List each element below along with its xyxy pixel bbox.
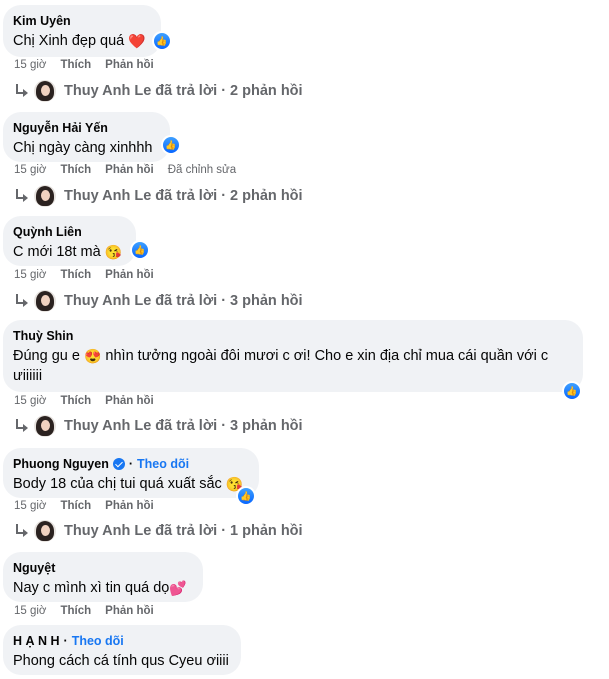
comment-bubble: Phuong Nguyen · Theo dõi Body 18 của chị… xyxy=(3,448,259,498)
separator-dot: · xyxy=(63,634,68,648)
follow-button[interactable]: Theo dõi xyxy=(137,456,189,472)
comment-bubble: Quỳnh Liên C mới 18t mà 😘 xyxy=(3,216,136,266)
comment-meta: 15 giờ Thích Phản hồi xyxy=(14,395,154,407)
comment-body-cont: nhìn tưởng ngoài đôi mươi c ơi! Cho e xi… xyxy=(105,348,549,364)
comment-meta: 15 giờ Thích Phản hồi xyxy=(14,269,154,281)
comment-body: Đúng gu e xyxy=(13,348,80,364)
like-reaction-icon[interactable]: 👍 xyxy=(131,241,149,259)
comment-author[interactable]: Nguyệt xyxy=(13,560,193,576)
heart-emoji: ❤️ xyxy=(128,33,146,49)
comment-bubble: Thuỳ Shin Đúng gu e 😍 nhìn tưởng ngoài đ… xyxy=(3,320,583,392)
like-reaction-icon[interactable]: 👍 xyxy=(153,32,171,50)
replies-summary[interactable]: Thuy Anh Le đã trả lời · 2 phản hồi xyxy=(64,188,303,204)
comment-text: Chị ngày càng xinhhh xyxy=(13,140,153,156)
comment-time[interactable]: 15 giờ xyxy=(14,164,46,176)
like-button[interactable]: Thích xyxy=(60,164,91,176)
comment-body: Chị Xinh đẹp quá xyxy=(13,33,125,49)
comment-author[interactable]: Kim Uyên xyxy=(13,13,151,29)
comment-text: Nay c mình xì tin quá dọ💕 xyxy=(13,578,193,598)
view-replies-link[interactable]: Thuy Anh Le đã trả lời · 2 phản hồi xyxy=(14,185,303,207)
comment-author[interactable]: Phuong Nguyen xyxy=(13,456,109,472)
view-replies-link[interactable]: Thuy Anh Le đã trả lời · 3 phản hồi xyxy=(14,415,303,437)
separator-dot: · xyxy=(128,457,133,471)
comment-author[interactable]: Thuỳ Shin xyxy=(13,328,573,344)
comment-time[interactable]: 15 giờ xyxy=(14,605,46,617)
comment-author-row: Phuong Nguyen · Theo dõi xyxy=(13,456,249,472)
reply-arrow-icon xyxy=(14,419,28,433)
reply-button[interactable]: Phản hồi xyxy=(105,500,154,512)
comment-meta: 15 giờ Thích Phản hồi xyxy=(14,59,154,71)
comment-meta: 15 giờ Thích Phản hồi xyxy=(14,605,154,617)
comment-author[interactable]: Nguyễn Hải Yến xyxy=(13,120,160,136)
like-reaction-icon[interactable]: 👍 xyxy=(162,136,180,154)
reply-arrow-icon xyxy=(14,84,28,98)
like-button[interactable]: Thích xyxy=(60,269,91,281)
comment-time[interactable]: 15 giờ xyxy=(14,59,46,71)
comment-text: Đúng gu e 😍 nhìn tưởng ngoài đôi mươi c … xyxy=(13,346,573,386)
avatar xyxy=(34,520,56,542)
comment-text: Body 18 của chị tui quá xuất sắc 😘 xyxy=(13,474,249,494)
like-button[interactable]: Thích xyxy=(60,395,91,407)
comment-body: Body 18 của chị tui quá xuất sắc xyxy=(13,476,222,492)
comment-time[interactable]: 15 giờ xyxy=(14,395,46,407)
comment-body-end: ưiiiiii xyxy=(13,368,43,384)
replies-summary[interactable]: Thuy Anh Le đã trả lời · 2 phản hồi xyxy=(64,83,303,99)
reply-button[interactable]: Phản hồi xyxy=(105,605,154,617)
follow-button[interactable]: Theo dõi xyxy=(72,633,124,649)
heart-eyes-emoji: 😍 xyxy=(83,348,102,364)
comment-meta: 15 giờ Thích Phản hồi Đã chỉnh sửa xyxy=(14,164,236,176)
replies-summary[interactable]: Thuy Anh Le đã trả lời · 3 phản hồi xyxy=(64,293,303,309)
like-button[interactable]: Thích xyxy=(60,59,91,71)
comment-author[interactable]: H Ạ N H xyxy=(13,633,60,649)
comment-body: Nay c mình xì tin quá dọ xyxy=(13,580,170,596)
reply-arrow-icon xyxy=(14,294,28,308)
view-replies-link[interactable]: Thuy Anh Le đã trả lời · 3 phản hồi xyxy=(14,290,303,312)
like-button[interactable]: Thích xyxy=(60,500,91,512)
comment-body: C mới 18t mà xyxy=(13,244,101,260)
avatar xyxy=(34,80,56,102)
like-reaction-icon[interactable]: 👍 xyxy=(237,487,255,505)
like-reaction-icon[interactable]: 👍 xyxy=(563,382,581,400)
comment-author-row: H Ạ N H · Theo dõi xyxy=(13,633,231,649)
comment-time[interactable]: 15 giờ xyxy=(14,500,46,512)
reply-button[interactable]: Phản hồi xyxy=(105,164,154,176)
reply-button[interactable]: Phản hồi xyxy=(105,59,154,71)
view-replies-link[interactable]: Thuy Anh Le đã trả lời · 2 phản hồi xyxy=(14,80,303,102)
comment-author[interactable]: Quỳnh Liên xyxy=(13,224,126,240)
hearts-emoji: 💕 xyxy=(169,580,187,596)
comment-meta: 15 giờ Thích Phản hồi xyxy=(14,500,154,512)
kiss-emoji: 😘 xyxy=(104,244,123,260)
avatar xyxy=(34,290,56,312)
reply-button[interactable]: Phản hồi xyxy=(105,395,154,407)
avatar xyxy=(34,415,56,437)
comment-text: Chị Xinh đẹp quá ❤️ xyxy=(13,31,151,51)
replies-summary[interactable]: Thuy Anh Le đã trả lời · 1 phản hồi xyxy=(64,523,303,539)
replies-summary[interactable]: Thuy Anh Le đã trả lời · 3 phản hồi xyxy=(64,418,303,434)
comment-bubble: H Ạ N H · Theo dõi Phong cách cá tính qu… xyxy=(3,625,241,675)
like-button[interactable]: Thích xyxy=(60,605,91,617)
comment-bubble: Kim Uyên Chị Xinh đẹp quá ❤️ xyxy=(3,5,161,57)
avatar xyxy=(34,185,56,207)
view-replies-link[interactable]: Thuy Anh Le đã trả lời · 1 phản hồi xyxy=(14,520,303,542)
comment-bubble: Nguyễn Hải Yến Chị ngày càng xinhhh xyxy=(3,112,170,162)
comment-time[interactable]: 15 giờ xyxy=(14,269,46,281)
comment-bubble: Nguyệt Nay c mình xì tin quá dọ💕 xyxy=(3,552,203,602)
reply-button[interactable]: Phản hồi xyxy=(105,269,154,281)
reply-arrow-icon xyxy=(14,189,28,203)
reply-arrow-icon xyxy=(14,524,28,538)
comment-text: Phong cách cá tính qus Cyeu ơiiii xyxy=(13,653,229,669)
edited-label: Đã chỉnh sửa xyxy=(167,164,237,176)
comment-text: C mới 18t mà 😘 xyxy=(13,242,126,262)
verified-badge-icon xyxy=(112,458,125,470)
